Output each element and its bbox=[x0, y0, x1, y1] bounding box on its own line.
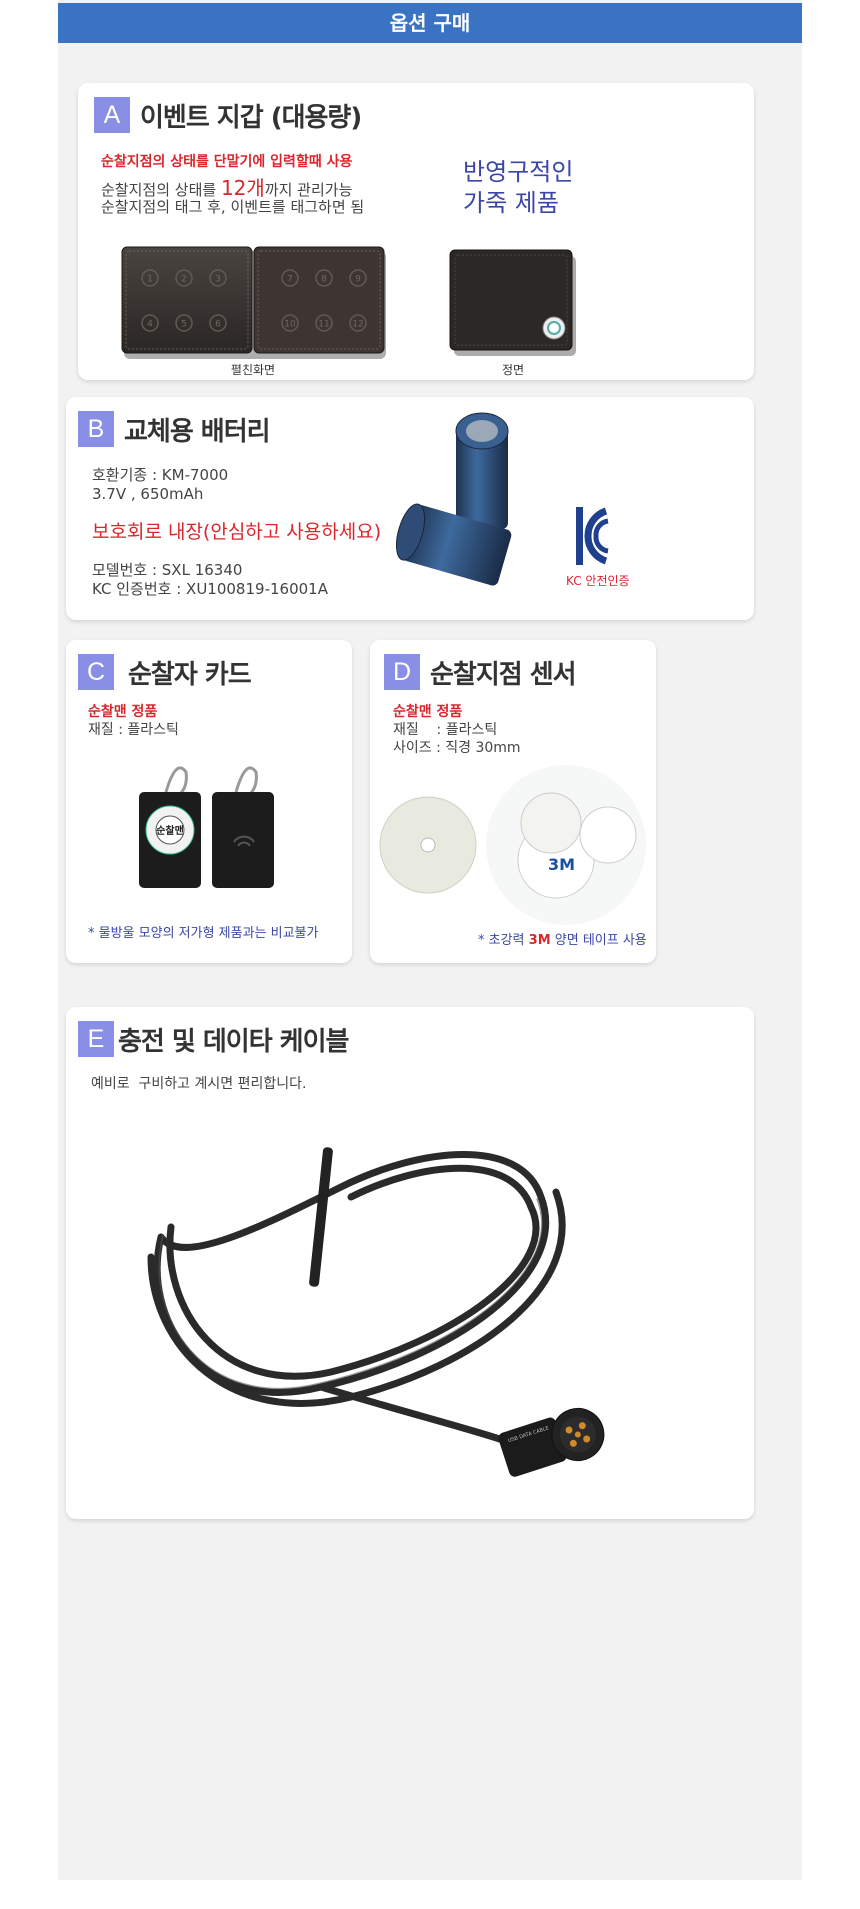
section-letter: C bbox=[78, 654, 114, 690]
card-patrol-card: C 순찰자 카드 순찰맨 정품 재질 : 플라스틱 순찰맨 * 물방울 모양의 … bbox=[66, 640, 352, 963]
battery-image bbox=[396, 412, 512, 586]
section-letter: B bbox=[78, 411, 114, 447]
section-letter: E bbox=[78, 1021, 114, 1057]
svg-text:3M: 3M bbox=[548, 855, 575, 874]
wallet-button-number: 4 bbox=[147, 320, 153, 330]
wallet-button-number: 2 bbox=[181, 275, 187, 285]
wallet-button-number: 3 bbox=[215, 275, 221, 285]
model-number: 모델번호 : SXL 16340 bbox=[92, 561, 243, 579]
card-battery: B 교체용 배터리 호환기종 : KM-7000 3.7V , 650mAh 보… bbox=[66, 397, 754, 620]
card-data-cable: E 충전 및 데이타 케이블 예비로 구비하고 계시면 편리합니다. USB D… bbox=[66, 1007, 754, 1519]
wallet-button-number: 6 bbox=[215, 320, 221, 330]
promo-line-1: 반영구적인 bbox=[463, 158, 574, 186]
section-title: 순찰자 카드 bbox=[128, 659, 252, 690]
wallet-button-number: 1 bbox=[147, 275, 153, 285]
kc-cert-number: KC 인증번호 : XU100819-16001A bbox=[92, 580, 328, 598]
card-checkpoint-sensor: D 순찰지점 센서 순찰맨 정품 재질 : 플라스틱 사이즈 : 직경 30mm… bbox=[370, 640, 656, 963]
protection-circuit: 보호회로 내장(안심하고 사용하세요) bbox=[92, 521, 382, 543]
card-header: A 이벤트 지갑 (대용량) bbox=[94, 97, 362, 133]
tag-line: 순찰지점의 태그 후, 이벤트를 태그하면 됨 bbox=[101, 198, 365, 216]
card-header: B 교체용 배터리 bbox=[78, 411, 271, 447]
card-header: C 순찰자 카드 bbox=[78, 654, 252, 690]
section-title: 순찰지점 센서 bbox=[430, 659, 577, 690]
section-title: 이벤트 지갑 (대용량) bbox=[140, 102, 362, 133]
section-title: 교체용 배터리 bbox=[124, 416, 271, 447]
wallet-button-number: 9 bbox=[355, 275, 361, 285]
wallet-button-number: 10 bbox=[284, 320, 296, 330]
caption-front: 정면 bbox=[501, 363, 525, 377]
section-letter: A bbox=[94, 97, 130, 133]
wallet-button-number: 7 bbox=[287, 275, 293, 285]
size-label: 사이즈 : 직경 30mm bbox=[393, 740, 521, 756]
option-purchase-banner: 옵션 구매 bbox=[58, 3, 802, 43]
material-label: 재질 : 플라스틱 bbox=[88, 722, 179, 738]
material-label: 재질 : 플라스틱 bbox=[393, 722, 498, 738]
caption-open: 펼친화면 bbox=[230, 363, 276, 377]
kc-mark-icon bbox=[576, 507, 609, 565]
compat-model: 호환기종 : KM-7000 bbox=[92, 466, 229, 484]
tag-logo-text: 순찰맨 bbox=[156, 824, 184, 837]
sensor-image: 3M bbox=[379, 765, 646, 925]
battery-spec: 3.7V , 650mAh bbox=[92, 485, 204, 503]
wallet-button-number: 5 bbox=[181, 320, 187, 330]
tape-note: * 초강력 3M 양면 테이프 사용 bbox=[478, 933, 647, 948]
kc-caption: KC 안전인증 bbox=[566, 574, 630, 588]
wallet-button-number: 11 bbox=[318, 320, 329, 330]
card-header: E 충전 및 데이타 케이블 bbox=[78, 1021, 349, 1057]
promo-line-2: 가죽 제품 bbox=[463, 189, 559, 217]
comparison-note: * 물방울 모양의 저가형 제품과는 비교불가 bbox=[88, 926, 319, 941]
cable-image: USB DATA CABLE bbox=[147, 1147, 605, 1477]
card-header: D 순찰지점 센서 bbox=[384, 654, 577, 690]
wallet-button-number: 8 bbox=[321, 275, 327, 285]
card-event-wallet: A 이벤트 지갑 (대용량) 순찰지점의 상태를 단말기에 입력할때 사용 순찰… bbox=[78, 83, 754, 380]
section-title: 충전 및 데이타 케이블 bbox=[118, 1026, 349, 1057]
wallet-button-number: 12 bbox=[352, 320, 363, 330]
brand-label: 순찰맨 정품 bbox=[88, 704, 158, 720]
wallet-open-image: 1 2 34 5 67 8 910 11 12 bbox=[121, 246, 386, 359]
usage-line: 순찰지점의 상태를 단말기에 입력할때 사용 bbox=[101, 154, 353, 170]
section-letter: D bbox=[384, 654, 420, 690]
wallet-front-image bbox=[449, 249, 576, 356]
page-background: 옵션 구매 A 이벤트 지갑 (대용량) 순찰지점의 상태를 단말기에 입력할때… bbox=[58, 0, 802, 1880]
cable-description: 예비로 구비하고 계시면 편리합니다. bbox=[91, 1076, 307, 1092]
brand-label: 순찰맨 정품 bbox=[393, 704, 463, 720]
tag-cards-image: 순찰맨 bbox=[139, 766, 274, 888]
